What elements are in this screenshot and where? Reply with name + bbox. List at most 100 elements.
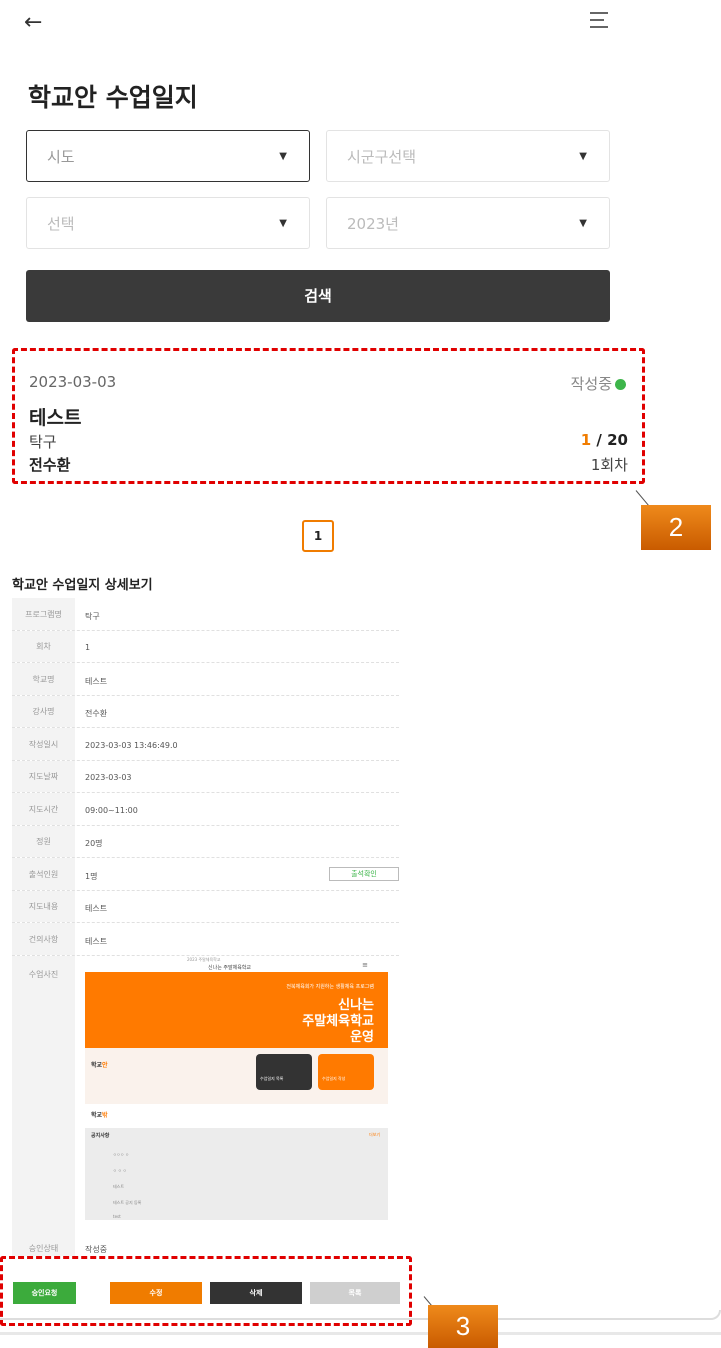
card-school-name: 테스트	[29, 407, 82, 429]
detail-row-content: 지도내용 테스트	[12, 891, 399, 923]
photo-label-b: 밖	[102, 1112, 108, 1119]
attendance-check-button[interactable]: 출석확인	[329, 867, 399, 881]
photo-header-title: 신나는 주말체육학교	[208, 965, 251, 971]
year-select[interactable]: 2023년 ▼	[326, 197, 610, 249]
hamburger-menu-icon[interactable]	[590, 12, 612, 33]
detail-label: 지도내용	[12, 891, 75, 922]
callout-leader-line	[635, 490, 650, 507]
detail-row-created: 작성일시 2023-03-03 13:46:49.0	[12, 728, 399, 761]
approve-request-button[interactable]: 승인요청	[13, 1282, 76, 1304]
photo-notice-item: 테스트 공지 등록	[113, 1200, 142, 1205]
detail-value: 2023-03-03 13:46:49.0	[85, 741, 178, 750]
detail-row-instructor: 강사명 전수환	[12, 696, 399, 728]
card-round: 1회차	[590, 456, 628, 474]
sido-select[interactable]: 시도 ▼	[26, 130, 310, 182]
detail-label: 수업사진	[12, 956, 75, 1242]
search-button[interactable]: 검색	[26, 270, 610, 322]
photo-banner-line-2: 주말체육학교	[302, 1014, 374, 1029]
back-arrow-icon[interactable]: ←	[24, 10, 42, 35]
card-sport: 탁구	[29, 433, 57, 451]
sido-select-value: 시도	[47, 148, 75, 166]
callout-badge-2: 2	[641, 505, 711, 550]
detail-row-approval: 승인상태 작성중	[12, 1242, 399, 1256]
photo-card-list: 수업일지 목록	[256, 1054, 312, 1090]
card-date: 2023-03-03	[29, 373, 117, 391]
detail-label: 학교명	[12, 663, 75, 695]
detail-label: 강사명	[12, 696, 75, 727]
photo-menu-icon: ≡	[362, 961, 368, 969]
detail-label: 승인상태	[12, 1242, 75, 1256]
detail-label: 회차	[12, 631, 75, 662]
detail-label: 프로그램명	[12, 598, 75, 630]
caret-down-icon: ▼	[579, 218, 587, 229]
detail-label: 정원	[12, 826, 75, 857]
photo-header: 2023 주말체육학교 신나는 주말체육학교 ≡	[85, 956, 388, 972]
photo-banner-sub: 전북체육회가 지원하는 생활체육 프로그램	[286, 984, 374, 990]
detail-row-suggestion: 건의사항 테스트	[12, 923, 399, 956]
detail-label: 출석인원	[12, 858, 75, 890]
photo-notice-more: 더보기	[368, 1132, 380, 1137]
lesson-photo[interactable]: 2023 주말체육학교 신나는 주말체육학교 ≡ 전북체육회가 지원하는 생활체…	[85, 956, 388, 1231]
detail-value: 전수환	[85, 709, 108, 718]
card-attendance-count: 1 / 20	[581, 431, 628, 449]
photo-notice-item: ㅇㅇㅇ ㅇ	[113, 1152, 129, 1157]
detail-row-capacity: 정원 20명	[12, 826, 399, 858]
photo-notice-item: test	[113, 1214, 121, 1219]
photo-header-small: 2023 주말체육학교	[187, 957, 221, 962]
list-button[interactable]: 목록	[310, 1282, 400, 1304]
card-instructor: 전수환	[29, 456, 71, 474]
sigungu-select[interactable]: 시군구선택 ▼	[326, 130, 610, 182]
detail-row-date: 지도날짜 2023-03-03	[12, 761, 399, 793]
result-card[interactable]: 2023-03-03 작성중 테스트 탁구 1 / 20 전수환 1회차	[12, 348, 645, 484]
detail-label: 지도날짜	[12, 761, 75, 792]
photo-banner-line-1: 신나는	[338, 998, 374, 1013]
photo-card-write: 수업일지 작성	[318, 1054, 374, 1090]
photo-label-a: 학교	[91, 1062, 103, 1069]
detail-value: 1명	[85, 872, 98, 881]
detail-value: 테스트	[85, 937, 108, 946]
caret-down-icon: ▼	[279, 151, 287, 162]
device-frame-line	[0, 1332, 721, 1335]
detail-value: 탁구	[85, 612, 100, 621]
photo-section-label: 학교밖	[91, 1110, 108, 1119]
photo-notice-title: 공지사항	[91, 1133, 110, 1139]
photo-banner-big: 신나는 주말체육학교 운영	[224, 998, 374, 1046]
detail-value: 09:00~11:00	[85, 806, 138, 815]
detail-value: 테스트	[85, 904, 108, 913]
status-dot-icon	[615, 379, 626, 390]
photo-section-outside: 학교밖 공지사항 더보기 ㅇㅇㅇ ㅇ ㅇ ㅇ ㅇ 테스트 테스트 공지 등록 t…	[85, 1104, 388, 1231]
detail-value: 1	[85, 643, 91, 652]
detail-row-round: 회차 1	[12, 631, 399, 663]
detail-title: 학교안 수업일지 상세보기	[12, 578, 153, 593]
photo-notice-box: 공지사항 더보기 ㅇㅇㅇ ㅇ ㅇ ㅇ ㅇ 테스트 테스트 공지 등록 test	[85, 1128, 388, 1220]
detail-row-program: 프로그램명 탁구	[12, 598, 399, 631]
detail-value: 테스트	[85, 677, 108, 686]
page-title: 학교안 수업일지	[28, 83, 198, 112]
photo-label-a: 학교	[91, 1112, 103, 1119]
year-select-value: 2023년	[347, 215, 399, 233]
device-frame-edge	[0, 1310, 721, 1320]
photo-section-label: 학교안	[91, 1060, 108, 1069]
photo-notice-item: ㅇ ㅇ ㅇ	[113, 1168, 127, 1173]
count-total: / 20	[596, 431, 628, 449]
edit-button[interactable]: 수정	[110, 1282, 202, 1304]
detail-row-school: 학교명 테스트	[12, 663, 399, 696]
photo-notice-item: 테스트	[113, 1184, 125, 1189]
detail-value: 20명	[85, 839, 103, 848]
delete-button[interactable]: 삭제	[210, 1282, 302, 1304]
school-select[interactable]: 선택 ▼	[26, 197, 310, 249]
photo-banner-line-3: 운영	[350, 1030, 374, 1045]
callout-badge-3: 3	[428, 1305, 498, 1348]
pagination-page-1[interactable]: 1	[302, 520, 334, 552]
photo-banner: 전북체육회가 지원하는 생활체육 프로그램 신나는 주말체육학교 운영	[85, 972, 388, 1048]
detail-label: 건의사항	[12, 923, 75, 955]
detail-label: 지도시간	[12, 793, 75, 825]
detail-row-attendance: 출석인원 1명 출석확인	[12, 858, 399, 891]
photo-section-inside: 학교안 수업일지 목록 수업일지 작성	[85, 1048, 388, 1104]
caret-down-icon: ▼	[579, 151, 587, 162]
count-current: 1	[580, 431, 592, 449]
detail-label: 작성일시	[12, 728, 75, 760]
top-bar: ←	[0, 0, 721, 55]
sigungu-select-value: 시군구선택	[347, 148, 417, 166]
school-select-value: 선택	[47, 215, 75, 233]
